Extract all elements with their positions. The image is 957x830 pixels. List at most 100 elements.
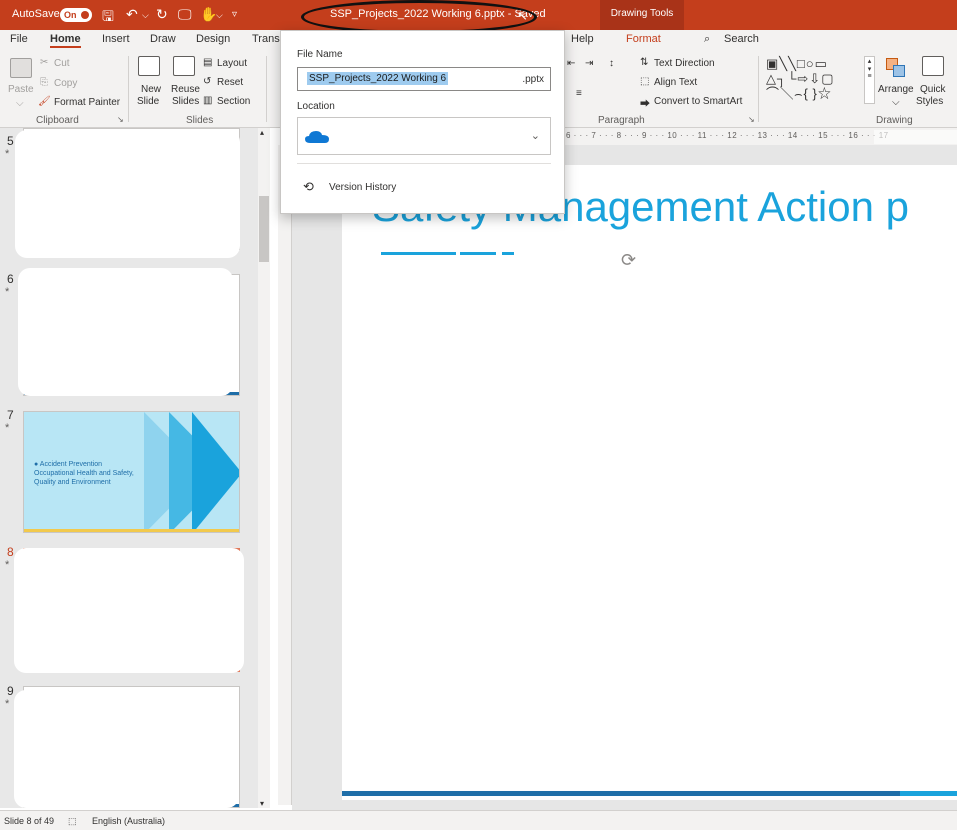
convert-smartart-button[interactable]: Convert to SmartArt — [654, 96, 742, 107]
scroll-up-icon[interactable]: ▴ — [260, 128, 264, 137]
slide-footer-bar — [342, 791, 957, 796]
current-slide[interactable] — [342, 165, 957, 800]
cut-icon[interactable]: ✂ — [40, 57, 48, 68]
tab-file[interactable]: File — [10, 33, 28, 45]
tab-insert[interactable]: Insert — [102, 33, 130, 45]
tab-transitions[interactable]: Transi — [252, 33, 282, 45]
file-name-popup: File Name SSP_Projects_2022 Working 6 .p… — [280, 30, 565, 214]
divider — [266, 56, 267, 122]
reset-button[interactable]: Reset — [217, 77, 243, 88]
increase-indent-icon[interactable]: ⇥ — [585, 58, 593, 69]
quick-styles-button-line2[interactable]: Styles — [916, 96, 943, 107]
line-spacing-icon[interactable]: ↕ — [609, 58, 614, 69]
format-painter-icon[interactable]: 🖌 — [38, 96, 51, 107]
section-icon[interactable]: ▥ — [203, 95, 212, 106]
divider — [128, 56, 129, 122]
reuse-slides-button[interactable]: Reuse — [171, 84, 200, 95]
shapes-gallery[interactable]: ▣╲╲□○▭ △┐└⇨⇩▢ ⌒╲⌢{ }☆ — [766, 56, 874, 104]
layout-button[interactable]: Layout — [217, 58, 247, 69]
format-painter-button[interactable]: Format Painter — [54, 97, 120, 108]
align-text-button[interactable]: Align Text — [654, 77, 697, 88]
slide-number: 6 — [7, 272, 14, 286]
more-dropdown-icon[interactable]: ⌵ — [216, 10, 223, 21]
paste-button[interactable]: Paste — [8, 84, 34, 95]
align-text-icon[interactable]: ⬚ — [640, 76, 649, 87]
paste-icon[interactable] — [10, 58, 32, 78]
tab-draw[interactable]: Draw — [150, 33, 176, 45]
paragraph-group-label: Paragraph — [598, 115, 645, 126]
language-indicator[interactable]: English (Australia) — [92, 816, 165, 826]
drawing-tools-context-tab: Drawing Tools — [600, 0, 684, 30]
quick-styles-button[interactable]: Quick — [920, 84, 946, 95]
save-icon[interactable]: 🖫 — [102, 6, 114, 30]
section-button[interactable]: Section — [217, 96, 250, 107]
clipboard-group-label: Clipboard — [36, 115, 79, 126]
undo-dropdown-icon[interactable]: ⌵ — [142, 10, 149, 21]
file-name-field[interactable]: SSP_Projects_2022 Working 6 .pptx — [297, 67, 551, 91]
customize-qat-icon[interactable]: ▿ — [232, 9, 237, 20]
layout-icon[interactable]: ▤ — [203, 57, 212, 68]
tab-home[interactable]: Home — [50, 33, 81, 48]
clipboard-launcher-icon[interactable]: ↘ — [117, 115, 124, 124]
reset-icon[interactable]: ↺ — [203, 76, 211, 87]
arrange-icon[interactable] — [884, 56, 908, 80]
tab-search[interactable]: Search — [724, 33, 759, 45]
slide-number: 5 — [7, 134, 14, 148]
thumbnail-scrollbar[interactable]: ▴ ▾ — [258, 128, 270, 808]
new-slide-button[interactable]: New — [141, 84, 161, 95]
decrease-indent-icon[interactable]: ⇤ — [567, 58, 575, 69]
text-direction-icon[interactable]: ⇅ — [640, 57, 648, 68]
scrollbar-thumb[interactable] — [259, 196, 269, 262]
scroll-down-icon[interactable]: ▾ — [260, 799, 264, 808]
copy-button[interactable]: Copy — [54, 78, 77, 89]
redo-icon[interactable]: ↻ — [156, 6, 168, 23]
slide-footer-accent — [900, 791, 957, 796]
copy-icon[interactable]: ⎘ — [40, 77, 48, 88]
quick-styles-icon[interactable] — [922, 56, 944, 76]
accessibility-icon[interactable]: ⬚ — [68, 816, 77, 827]
animation-star-icon: * — [5, 698, 10, 710]
smartart-icon[interactable]: ⮕ — [640, 95, 650, 110]
new-slide-button-line2[interactable]: Slide — [137, 96, 159, 107]
rotate-handle-icon[interactable]: ⟳ — [621, 250, 636, 271]
redaction — [15, 130, 240, 258]
slide-number: 9 — [7, 684, 14, 698]
onedrive-cloud-icon — [305, 131, 329, 143]
title-underline — [502, 252, 514, 255]
divider — [758, 56, 759, 122]
reuse-slides-icon[interactable] — [173, 56, 195, 76]
title-underline — [460, 252, 496, 255]
chevron-down-icon[interactable]: ⌄ — [531, 129, 540, 142]
tab-design[interactable]: Design — [196, 33, 230, 45]
undo-icon[interactable]: ↶ — [126, 6, 138, 23]
new-slide-icon[interactable] — [138, 56, 160, 76]
thumbnail-text: ● Accident Prevention Occupational Healt… — [34, 461, 134, 486]
paste-dropdown-icon[interactable]: ⌵ — [16, 98, 24, 109]
cut-button[interactable]: Cut — [54, 58, 70, 69]
slide-number: 8 — [7, 545, 14, 559]
tab-help[interactable]: Help — [571, 33, 594, 45]
slides-group-label: Slides — [186, 115, 214, 126]
arrange-dropdown-icon[interactable]: ⌵ — [892, 97, 900, 108]
reuse-slides-button-line2[interactable]: Slides — [172, 96, 199, 107]
tab-format[interactable]: Format — [626, 33, 661, 45]
file-name-input[interactable]: SSP_Projects_2022 Working 6 — [307, 72, 449, 85]
slide-thumbnail-7[interactable]: ● Accident Prevention Occupational Healt… — [23, 411, 240, 533]
ruler-highlight — [874, 130, 957, 144]
columns-icon[interactable]: ≡ — [576, 88, 582, 99]
animation-star-icon: * — [5, 422, 10, 434]
version-history-button[interactable]: Version History — [329, 182, 396, 193]
autosave-toggle[interactable]: On — [60, 8, 92, 22]
vertical-ruler — [278, 145, 292, 805]
search-icon[interactable]: ⌕ — [704, 33, 710, 46]
file-name-label: File Name — [297, 49, 343, 60]
divider — [297, 163, 551, 164]
text-direction-button[interactable]: Text Direction — [654, 58, 715, 69]
touch-mode-icon[interactable]: ✋ — [200, 6, 217, 23]
paragraph-launcher-icon[interactable]: ↘ — [748, 115, 755, 124]
present-icon[interactable]: 🖵 — [178, 6, 192, 23]
shapes-gallery-scroll[interactable]: ▴ ▾ ≡ — [864, 56, 875, 104]
arrange-button[interactable]: Arrange — [878, 84, 914, 95]
history-icon[interactable]: ⟲ — [303, 179, 314, 195]
location-dropdown[interactable]: ⌄ — [297, 117, 551, 155]
